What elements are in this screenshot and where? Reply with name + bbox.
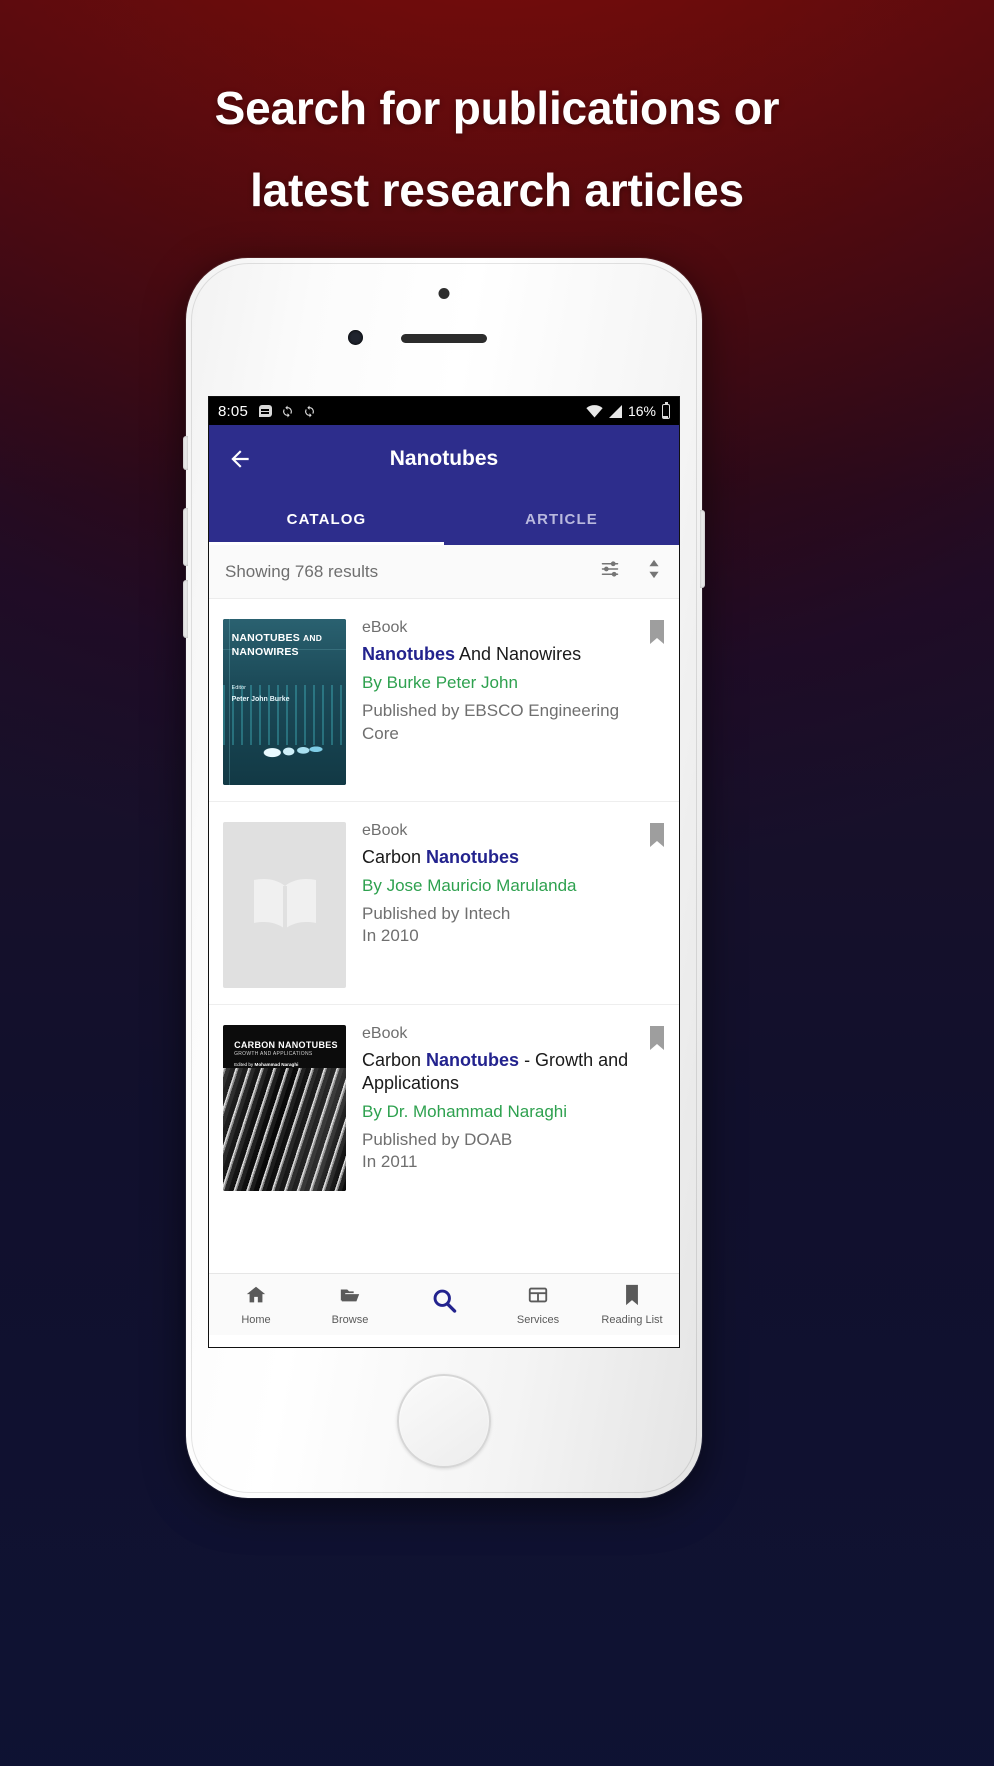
item-type: eBook	[362, 1025, 408, 1042]
wifi-icon	[586, 404, 603, 418]
tab-article[interactable]: ARTICLE	[444, 493, 679, 545]
nav-item-reading-list[interactable]: Reading List	[585, 1274, 679, 1335]
home-button[interactable]	[397, 1374, 491, 1468]
table-row[interactable]: eBook Carbon Nanotubes By Jose Mauricio …	[209, 802, 679, 1004]
sync-icon	[303, 405, 316, 418]
phone-screen: 8:05 16% Nanotubes CATALOG ARTICLE Showi…	[208, 396, 680, 1348]
item-publisher: Published by EBSCO Engineering Core	[362, 701, 620, 743]
nav-label: Reading List	[601, 1313, 663, 1326]
tab-catalog[interactable]: CATALOG	[209, 493, 444, 545]
message-icon	[259, 405, 272, 417]
proximity-sensor	[438, 288, 450, 299]
cover-title: NANOTUBES AND NANOWIRES	[231, 631, 323, 658]
book-cover-image[interactable]	[223, 822, 346, 988]
cover-editor: Editor Peter John Burke	[231, 684, 290, 703]
book-meta: eBook Carbon Nanotubes By Jose Mauricio …	[346, 822, 665, 988]
item-publisher: Published by DOAB	[362, 1130, 513, 1150]
author-link[interactable]: Dr. Mohammad Naraghi	[387, 1102, 567, 1121]
nav-item-search[interactable]	[397, 1274, 491, 1335]
sort-icon[interactable]	[645, 558, 663, 585]
nav-item-browse[interactable]: Browse	[303, 1274, 397, 1335]
table-row[interactable]: NANOTUBES AND NANOWIRES Editor Peter Joh…	[209, 599, 679, 801]
signal-icon	[608, 404, 622, 418]
home-icon	[245, 1284, 267, 1311]
page-headline: Search for publications or latest resear…	[0, 68, 994, 232]
author-link[interactable]: Burke Peter John	[387, 673, 518, 692]
bottom-navigation: Home Browse Services Reading List	[209, 1273, 679, 1335]
item-title[interactable]: Carbon Nanotubes - Growth and Applicatio…	[362, 1049, 631, 1095]
nav-item-services[interactable]: Services	[491, 1274, 585, 1335]
headline-line-1: Search for publications or	[214, 82, 780, 134]
book-meta: eBook Nanotubes And Nanowires By Burke P…	[346, 619, 665, 785]
item-author: By Dr. Mohammad Naraghi	[362, 1102, 568, 1122]
book-cover-image[interactable]: CARBON NANOTUBES GROWTH AND APPLICATIONS…	[223, 1025, 346, 1191]
volume-up-button[interactable]	[183, 508, 188, 566]
search-icon	[431, 1287, 458, 1319]
bookmark-icon[interactable]	[647, 619, 667, 645]
book-cover-image[interactable]: NANOTUBES AND NANOWIRES Editor Peter Joh…	[223, 619, 346, 785]
results-bar: Showing 768 results	[209, 545, 679, 599]
nav-label: Browse	[331, 1313, 369, 1326]
item-author: By Jose Mauricio Marulanda	[362, 876, 577, 896]
back-button[interactable]	[213, 432, 267, 486]
item-type: eBook	[362, 619, 408, 636]
item-title[interactable]: Nanotubes And Nanowires	[362, 643, 631, 666]
bookmark-icon[interactable]	[647, 1025, 667, 1051]
table-row[interactable]: CARBON NANOTUBES GROWTH AND APPLICATIONS…	[209, 1005, 679, 1207]
cover-art-tubes	[245, 718, 337, 776]
author-link[interactable]: Jose Mauricio Marulanda	[387, 876, 577, 895]
bookmark-icon	[622, 1284, 642, 1311]
item-year: In 2011	[362, 1151, 418, 1171]
nav-item-home[interactable]: Home	[209, 1274, 303, 1335]
item-type: eBook	[362, 822, 408, 839]
sync-icon	[281, 405, 294, 418]
book-meta: eBook Carbon Nanotubes - Growth and Appl…	[346, 1025, 665, 1191]
tab-bar: CATALOG ARTICLE	[209, 493, 679, 545]
nav-label: Services	[516, 1313, 560, 1326]
mute-switch[interactable]	[183, 436, 188, 470]
battery-percent-label: 16%	[627, 403, 656, 419]
front-camera	[348, 330, 363, 345]
nav-label: Home	[241, 1313, 271, 1326]
battery-icon	[662, 401, 670, 419]
status-bar: 8:05 16%	[209, 397, 679, 425]
page-title: Nanotubes	[389, 447, 499, 470]
table-icon	[527, 1284, 549, 1311]
open-book-icon	[253, 879, 316, 929]
folder-icon	[339, 1284, 361, 1311]
item-publisher: Published by Intech	[362, 904, 511, 924]
item-year: In 2010	[362, 925, 419, 945]
status-time: 8:05	[218, 402, 248, 420]
cover-subtitle: GROWTH AND APPLICATIONS	[234, 1050, 313, 1057]
cover-title: CARBON NANOTUBES	[234, 1039, 338, 1050]
item-author: By Burke Peter John	[362, 673, 518, 693]
item-title[interactable]: Carbon Nanotubes	[362, 846, 631, 869]
earpiece-speaker	[401, 334, 487, 343]
app-bar: Nanotubes	[209, 425, 679, 493]
bookmark-icon[interactable]	[647, 822, 667, 848]
cover-art-sheen	[223, 1068, 346, 1191]
results-list[interactable]: NANOTUBES AND NANOWIRES Editor Peter Joh…	[209, 599, 679, 1335]
volume-down-button[interactable]	[183, 580, 188, 638]
phone-mockup: 8:05 16% Nanotubes CATALOG ARTICLE Showi…	[183, 258, 705, 1498]
results-count-label: Showing 768 results	[225, 561, 379, 581]
headline-line-2: latest research articles	[250, 163, 744, 216]
filter-icon[interactable]	[599, 558, 621, 585]
cover-editor: Edited by Mohammad Naraghi	[234, 1062, 299, 1068]
power-button[interactable]	[700, 510, 705, 588]
